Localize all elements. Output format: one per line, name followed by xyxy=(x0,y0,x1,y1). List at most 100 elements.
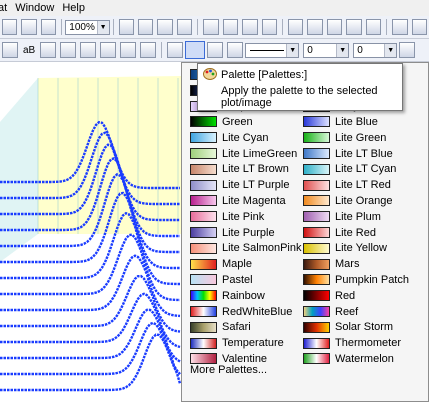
palette-label: Lite Plum xyxy=(335,210,381,223)
zoom-combo[interactable]: 100% ▼ xyxy=(65,19,110,35)
line-width-combo[interactable]: 0 ▼ xyxy=(303,42,350,58)
add-column-icon[interactable] xyxy=(392,19,408,35)
palette-item[interactable]: Lite Cyan xyxy=(190,130,268,145)
line-style-preview xyxy=(250,49,285,51)
data-curve[interactable] xyxy=(0,321,181,376)
font-size-label[interactable]: aB xyxy=(23,45,35,56)
palette-item[interactable]: Safari xyxy=(190,320,251,335)
palette-item[interactable]: Pumpkin Patch xyxy=(303,272,409,287)
workbook-icon[interactable] xyxy=(287,19,304,35)
symbol-size-combo[interactable]: 0 ▼ xyxy=(353,42,398,58)
palette-item[interactable]: Solar Storm xyxy=(303,320,393,335)
palette-swatch xyxy=(303,163,330,175)
palette-item[interactable]: Green xyxy=(190,114,253,129)
decrease-font-icon[interactable] xyxy=(60,42,77,58)
palette-label: Lite LT Blue xyxy=(335,147,393,160)
palette-item[interactable]: RedWhiteBlue xyxy=(190,304,292,319)
menu-item-format[interactable]: at xyxy=(0,2,15,14)
chevron-down-icon[interactable]: ▼ xyxy=(286,43,299,57)
print-icon[interactable] xyxy=(118,19,134,35)
toolbar-separator xyxy=(61,19,63,35)
palette-item[interactable]: Reef xyxy=(303,304,358,319)
subscript-icon[interactable] xyxy=(100,42,117,58)
sort-icon[interactable] xyxy=(411,19,427,35)
edit-icon[interactable] xyxy=(203,19,219,35)
palette-item[interactable]: Thermometer xyxy=(303,336,401,351)
palette-item[interactable]: Lite Blue xyxy=(303,114,378,129)
menu-item-window[interactable]: Window xyxy=(15,2,62,14)
more-icon[interactable] xyxy=(399,42,416,58)
palette-label: Rainbow xyxy=(222,289,265,302)
palette-item[interactable]: Lite Red xyxy=(303,225,376,240)
graph-icon[interactable] xyxy=(307,19,323,35)
palette-item[interactable]: Lite Orange xyxy=(303,193,392,208)
palette-swatch xyxy=(303,227,330,238)
palette-item[interactable]: Lite Purple xyxy=(190,225,275,240)
palette-swatch xyxy=(303,306,330,317)
palette-item[interactable]: Lite LT Red xyxy=(303,178,391,193)
palette-label: Lite LT Brown xyxy=(222,163,289,176)
palette-swatch xyxy=(303,195,330,207)
data-curve[interactable] xyxy=(0,308,181,363)
chevron-down-icon[interactable]: ▼ xyxy=(384,43,397,57)
palette-item[interactable]: Rainbow xyxy=(190,288,265,303)
palette-item[interactable]: Maple xyxy=(190,257,252,272)
grid-icon[interactable] xyxy=(242,19,258,35)
notes-icon[interactable] xyxy=(346,19,362,35)
palette-label: Lite Blue xyxy=(335,115,378,128)
palette-item[interactable]: Lite SalmonPink xyxy=(190,241,302,256)
palette-label: Red xyxy=(335,289,356,302)
greek-icon[interactable] xyxy=(120,42,137,58)
chevron-down-icon[interactable]: ▼ xyxy=(336,43,349,57)
palette-item[interactable]: Lite Yellow xyxy=(303,241,387,256)
palette-swatch xyxy=(303,116,330,128)
copy-icon[interactable] xyxy=(21,19,37,35)
chevron-down-icon[interactable]: ▼ xyxy=(96,20,109,34)
palette-item[interactable]: Pastel xyxy=(190,272,253,287)
increase-font-icon[interactable] xyxy=(40,42,57,58)
line-style-combo[interactable]: ▼ xyxy=(245,42,300,58)
palette-item[interactable]: Lite Pink xyxy=(190,209,264,224)
palette-item[interactable]: Lite Green xyxy=(303,130,386,145)
image-icon[interactable] xyxy=(157,19,173,35)
data-curve[interactable] xyxy=(0,233,181,302)
palette-button[interactable] xyxy=(185,41,206,59)
toolbar-separator xyxy=(386,19,388,35)
palette-item[interactable]: Lite LT Brown xyxy=(190,162,289,177)
palette-item[interactable]: Lite Magenta xyxy=(190,193,286,208)
palette-item[interactable]: Mars xyxy=(303,257,359,272)
palette-item[interactable]: Lite LT Cyan xyxy=(303,162,396,177)
palette-item[interactable]: Temperature xyxy=(190,336,284,351)
palette-swatch xyxy=(303,274,330,286)
export-icon[interactable] xyxy=(138,19,154,35)
function-icon[interactable] xyxy=(365,19,382,35)
matrix-icon[interactable] xyxy=(326,19,343,35)
more-palettes-item[interactable]: More Palettes... xyxy=(190,364,267,376)
palette-label: RedWhiteBlue xyxy=(222,305,293,318)
palette-item[interactable]: Lite Plum xyxy=(303,209,381,224)
palette-item[interactable]: Lite LT Purple xyxy=(190,178,289,193)
palette-swatch xyxy=(303,258,330,270)
bold-icon[interactable] xyxy=(2,42,18,58)
light-icon[interactable] xyxy=(227,42,244,58)
text-color-icon[interactable] xyxy=(140,42,157,58)
table-icon[interactable] xyxy=(2,19,18,35)
palette-item[interactable]: Watermelon xyxy=(303,351,394,366)
menu-item-help[interactable]: Help xyxy=(62,2,93,14)
layer-icon[interactable] xyxy=(222,19,239,35)
palette-icon xyxy=(203,68,217,83)
palette-label: Safari xyxy=(222,321,251,334)
palette-item[interactable]: Lite LT Blue xyxy=(303,146,393,161)
project-icon[interactable] xyxy=(261,19,278,35)
line-color-icon[interactable] xyxy=(207,42,224,58)
palette-label: Temperature xyxy=(222,337,284,350)
palette-swatch xyxy=(190,211,217,223)
film-icon[interactable] xyxy=(176,19,193,35)
palette-item[interactable]: Red xyxy=(303,288,355,303)
palette-label: Solar Storm xyxy=(335,321,394,334)
palette-swatch xyxy=(190,306,217,317)
refresh-icon[interactable] xyxy=(40,19,57,35)
palette-item[interactable]: Lite LimeGreen xyxy=(190,146,297,161)
superscript-icon[interactable] xyxy=(80,42,97,58)
fill-color-icon[interactable] xyxy=(167,42,184,58)
